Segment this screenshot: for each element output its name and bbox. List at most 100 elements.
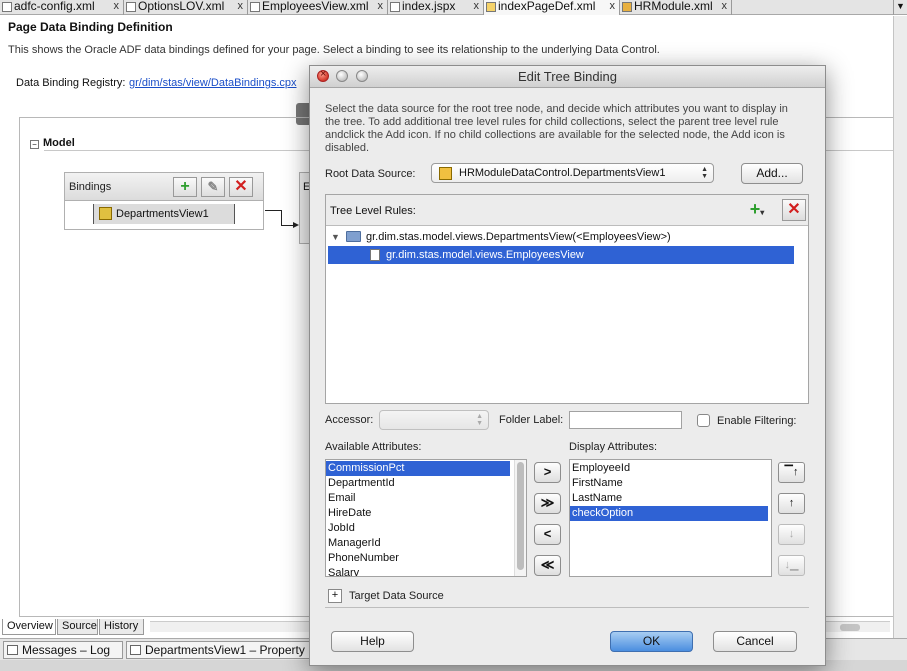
xml-file-icon — [250, 2, 260, 12]
delete-binding-icon[interactable]: ✕ — [229, 177, 253, 197]
display-attribute-item[interactable]: LastName — [570, 491, 771, 506]
move-to-bottom-icon[interactable]: ↓▁ — [778, 555, 805, 576]
tree-binding-icon — [99, 207, 112, 220]
editor-tab-employeesview[interactable]: EmployeesView.xml x — [248, 0, 388, 15]
available-attribute-item[interactable]: CommissionPct — [326, 461, 510, 476]
available-attributes-label: Available Attributes: — [325, 441, 422, 453]
edit-tree-binding-dialog: Edit Tree Binding Select the data source… — [309, 65, 826, 666]
enable-filtering-checkbox[interactable] — [697, 414, 710, 427]
available-attribute-item[interactable]: DepartmentId — [326, 476, 526, 491]
tab-overview[interactable]: Overview — [2, 619, 56, 635]
registry-link[interactable]: gr/dim/stas/view/DataBindings.cpx — [129, 77, 297, 89]
dialog-instructions: Select the data source for the root tree… — [325, 103, 788, 154]
scroll-thumb[interactable] — [840, 624, 860, 631]
available-attribute-item[interactable]: HireDate — [326, 506, 526, 521]
messages-log-label: Messages – Log — [22, 643, 111, 657]
folder-label-input[interactable] — [569, 411, 682, 429]
document-icon — [370, 249, 380, 261]
available-attribute-item[interactable]: PhoneNumber — [326, 551, 526, 566]
page-description: This shows the Oracle ADF data bindings … — [8, 44, 660, 56]
display-attribute-item[interactable]: EmployeeId — [570, 461, 771, 476]
messages-log-tab[interactable]: Messages – Log — [3, 641, 123, 659]
bindings-header: Bindings + ✎ ✕ — [65, 173, 263, 201]
enable-filtering-label: Enable Filtering: — [717, 415, 797, 427]
tree-level-rules-panel: Tree Level Rules: +▾ ✕ ▼ gr.dim.stas.mod… — [325, 194, 809, 404]
available-attribute-item[interactable]: JobId — [326, 521, 526, 536]
available-attribute-item[interactable]: Email — [326, 491, 526, 506]
registry-label: Data Binding Registry: — [16, 77, 126, 89]
bindings-heading: Bindings — [69, 181, 112, 193]
connector-line — [281, 210, 282, 226]
move-all-right-button[interactable]: ≫ — [534, 493, 561, 514]
editor-tab-optionslov[interactable]: OptionsLOV.xml x — [124, 0, 248, 15]
editor-tab-adfc-config[interactable]: adfc-config.xml x — [0, 0, 124, 15]
display-attribute-item[interactable]: checkOption — [570, 506, 768, 521]
property-inspector-icon — [130, 645, 141, 655]
model-heading: Model — [43, 137, 75, 149]
available-attributes-list[interactable]: CommissionPct DepartmentId Email HireDat… — [325, 459, 527, 577]
xml-file-icon — [126, 2, 136, 12]
stepper-arrows-icon: ▲ ▼ — [701, 166, 708, 180]
target-data-source-label[interactable]: Target Data Source — [349, 590, 444, 602]
root-data-source-select[interactable]: HRModuleDataControl.DepartmentsView1 ▲ ▼ — [431, 163, 714, 183]
close-icon[interactable]: x — [378, 0, 384, 13]
tree-rule-departments[interactable]: ▼ gr.dim.stas.model.views.DepartmentsVie… — [328, 228, 798, 246]
close-icon[interactable]: x — [474, 0, 480, 13]
scroll-thumb[interactable] — [517, 462, 524, 570]
collapse-icon[interactable]: − — [30, 140, 39, 149]
tab-history[interactable]: History — [99, 619, 144, 635]
property-inspector-label: DepartmentsView1 – Property Insp — [145, 643, 311, 657]
display-attribute-item[interactable]: FirstName — [570, 476, 771, 491]
close-icon[interactable]: x — [722, 0, 728, 13]
tree-level-rules-header: Tree Level Rules: +▾ ✕ — [326, 195, 808, 226]
tree-level-rules-label: Tree Level Rules: — [330, 205, 416, 217]
ok-button[interactable]: OK — [610, 631, 693, 652]
close-icon[interactable]: x — [114, 0, 120, 13]
editor-tab-label: index.jspx — [402, 0, 456, 13]
editor-tab-label: adfc-config.xml — [14, 0, 95, 13]
tree-rule-employees[interactable]: gr.dim.stas.model.views.EmployeesView — [328, 246, 794, 264]
tab-source[interactable]: Source — [57, 619, 98, 635]
editor-tab-label: HRModule.xml — [634, 0, 713, 13]
editor-tab-strip: adfc-config.xml x OptionsLOV.xml x Emplo… — [0, 0, 907, 15]
available-list-scrollbar[interactable] — [514, 460, 526, 576]
folder-label-label: Folder Label: — [499, 414, 564, 426]
help-button[interactable]: Help — [331, 631, 414, 652]
editor-tab-hrmodule[interactable]: HRModule.xml x — [620, 0, 732, 15]
editor-tab-indexpagedef[interactable]: indexPageDef.xml x — [484, 0, 620, 15]
binding-item[interactable]: DepartmentsView1 — [93, 204, 235, 224]
editor-tab-index-jspx[interactable]: index.jspx x — [388, 0, 484, 15]
close-icon[interactable]: x — [610, 0, 616, 13]
tree-rule-label: gr.dim.stas.model.views.EmployeesView — [386, 249, 584, 261]
move-all-left-button[interactable]: ≪ — [534, 555, 561, 576]
add-binding-icon[interactable]: + — [173, 177, 197, 197]
editor-tab-label: indexPageDef.xml — [498, 0, 596, 13]
xml-file-icon — [2, 2, 12, 12]
add-rule-icon[interactable]: +▾ — [742, 199, 772, 221]
close-icon[interactable]: x — [238, 0, 244, 13]
expand-triangle-icon[interactable]: ▼ — [331, 228, 340, 246]
available-attribute-item[interactable]: ManagerId — [326, 536, 526, 551]
model-section-header[interactable]: − Model — [30, 137, 75, 149]
add-button[interactable]: Add... — [741, 163, 803, 184]
tab-list-menu-icon[interactable]: ▼ — [893, 0, 907, 15]
edit-binding-icon[interactable]: ✎ — [201, 177, 225, 197]
log-icon — [7, 645, 18, 655]
stepper-arrows-icon: ▲ ▼ — [476, 413, 483, 427]
display-attributes-list[interactable]: EmployeeId FirstName LastName checkOptio… — [569, 459, 772, 577]
accessor-select[interactable]: ▲ ▼ — [379, 410, 489, 430]
dialog-titlebar[interactable]: Edit Tree Binding — [310, 66, 825, 88]
move-left-button[interactable]: < — [534, 524, 561, 545]
cancel-button[interactable]: Cancel — [713, 631, 797, 652]
move-right-button[interactable]: > — [534, 462, 561, 483]
available-attribute-item[interactable]: Salary — [326, 566, 526, 576]
property-inspector-tab[interactable]: DepartmentsView1 – Property Insp — [126, 641, 312, 659]
expand-icon[interactable]: + — [328, 589, 342, 603]
move-up-icon[interactable]: ↑ — [778, 493, 805, 514]
xml-file-icon — [622, 2, 632, 12]
move-to-top-icon[interactable]: ▔↑ — [778, 462, 805, 483]
accessor-label: Accessor: — [325, 414, 374, 426]
move-down-icon[interactable]: ↓ — [778, 524, 805, 545]
vertical-scrollbar[interactable] — [893, 16, 907, 622]
delete-rule-icon[interactable]: ✕ — [782, 199, 806, 221]
